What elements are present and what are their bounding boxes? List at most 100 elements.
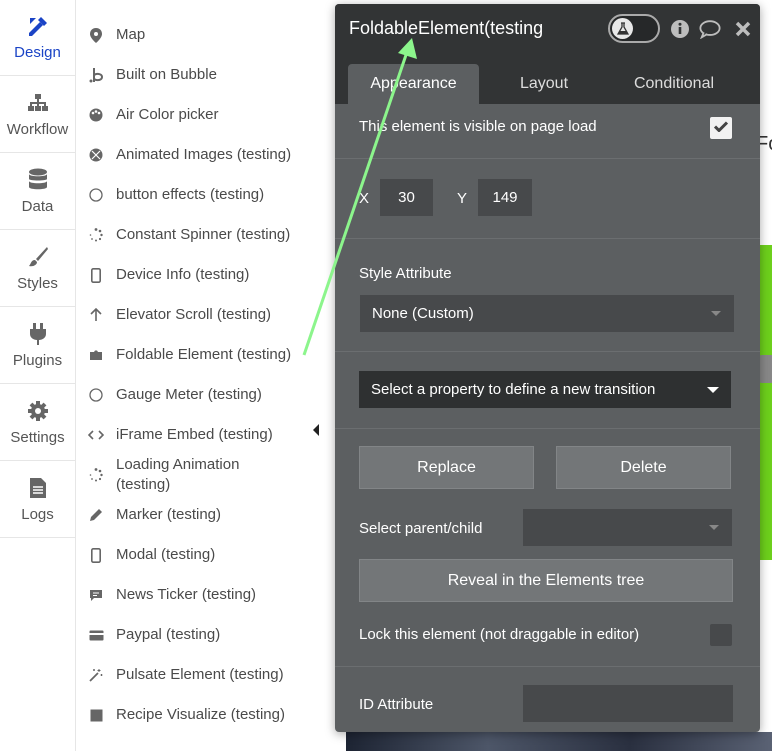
plug-icon: [26, 322, 50, 346]
transition-select-placeholder: Select a property to define a new transi…: [371, 381, 656, 398]
property-editor: FoldableElement(testing Appearance Layou…: [335, 4, 760, 732]
element-item-iframe-embed[interactable]: iFrame Embed (testing): [76, 425, 308, 445]
element-item-label: Built on Bubble: [116, 66, 217, 83]
database-icon: [26, 168, 50, 192]
close-icon[interactable]: [732, 18, 754, 40]
spinner-icon: [88, 467, 104, 483]
tab-workflow[interactable]: Workflow: [0, 77, 75, 153]
element-item-animated-images[interactable]: Animated Images (testing): [76, 145, 308, 165]
tab-plugins[interactable]: Plugins: [0, 308, 75, 384]
element-item-label: button effects (testing): [116, 186, 265, 203]
id-attribute-input[interactable]: [523, 685, 733, 722]
element-item-paypal[interactable]: Paypal (testing): [76, 625, 308, 645]
delete-button[interactable]: Delete: [556, 446, 731, 489]
chevron-down-icon: [707, 387, 719, 393]
x-position-input[interactable]: 30: [380, 179, 433, 216]
chevron-down-icon: [711, 311, 721, 316]
flask-icon: [612, 18, 633, 39]
element-item-label-continued: (testing): [116, 476, 171, 493]
tab-settings[interactable]: Settings: [0, 385, 75, 461]
element-item-air-color-picker[interactable]: Air Color picker: [76, 105, 308, 125]
divider: [335, 666, 760, 667]
checkmark-icon: [713, 119, 729, 137]
divider: [335, 238, 760, 239]
comment-icon[interactable]: [699, 18, 721, 40]
map-pin-icon: [88, 27, 104, 43]
tab-label: Styles: [17, 275, 58, 292]
transition-property-select[interactable]: Select a property to define a new transi…: [359, 371, 731, 408]
element-item-label: Foldable Element (testing): [116, 346, 292, 363]
arrow-up-icon: [88, 307, 104, 323]
design-icon: [26, 14, 50, 38]
collapse-panel-arrow-icon[interactable]: [313, 424, 319, 436]
element-item-label: Map: [116, 26, 146, 43]
element-item-button-effects[interactable]: button effects (testing): [76, 185, 308, 205]
element-item-loading-animation[interactable]: Loading Animation (testing): [76, 455, 308, 495]
tab-conditional[interactable]: Conditional: [609, 64, 739, 104]
visible-on-load-label: This element is visible on page load: [359, 118, 597, 135]
element-item-elevator-scroll[interactable]: Elevator Scroll (testing): [76, 305, 308, 325]
divider: [335, 158, 760, 159]
canvas-image[interactable]: [346, 732, 772, 751]
element-item-pulsate-element[interactable]: Pulsate Element (testing): [76, 665, 308, 685]
parent-child-select[interactable]: [523, 509, 732, 546]
tab-appearance[interactable]: Appearance: [348, 64, 479, 104]
info-icon[interactable]: [669, 18, 691, 40]
pencil-icon: [88, 507, 104, 523]
element-item-label: Modal (testing): [116, 546, 216, 563]
chat-icon: [88, 587, 104, 603]
tab-layout[interactable]: Layout: [479, 64, 609, 104]
tab-label: Data: [21, 198, 54, 215]
replace-button[interactable]: Replace: [359, 446, 534, 489]
element-item-device-info[interactable]: Device Info (testing): [76, 265, 308, 285]
element-item-foldable-element[interactable]: Foldable Element (testing): [76, 345, 308, 365]
tab-label: Logs: [21, 506, 54, 523]
circle-icon: [88, 387, 104, 403]
style-attribute-label: Style Attribute: [359, 265, 452, 282]
workflow-icon: [26, 91, 50, 115]
element-item-label: Constant Spinner (testing): [116, 226, 291, 243]
phone-icon: [88, 267, 104, 283]
element-item-label: Elevator Scroll (testing): [116, 306, 272, 323]
y-position-input[interactable]: 149: [478, 179, 532, 216]
palette-icon: [88, 107, 104, 123]
canvas-green-group[interactable]: [758, 245, 772, 560]
element-item-recipe-visualize[interactable]: Recipe Visualize (testing): [76, 705, 308, 725]
visible-on-load-checkbox[interactable]: [710, 117, 732, 139]
id-attribute-label: ID Attribute: [359, 696, 434, 713]
element-name-title[interactable]: FoldableElement(testing: [349, 18, 543, 39]
element-palette: Map Built on Bubble Air Color picker Ani…: [76, 0, 308, 751]
chevron-down-icon: [709, 525, 719, 530]
lock-element-checkbox[interactable]: [710, 624, 732, 646]
bubble-logo-icon: [88, 67, 104, 83]
reveal-in-tree-button[interactable]: Reveal in the Elements tree: [359, 559, 733, 602]
element-item-marker[interactable]: Marker (testing): [76, 505, 308, 525]
main-tab-rail: Design Workflow Data Styles Plugins Sett…: [0, 0, 76, 751]
element-item-label: Air Color picker: [116, 106, 219, 123]
element-item-modal[interactable]: Modal (testing): [76, 545, 308, 565]
element-item-gauge-meter[interactable]: Gauge Meter (testing): [76, 385, 308, 405]
tab-label: Design: [14, 44, 61, 61]
tab-design[interactable]: Design: [0, 0, 75, 76]
element-item-label: Device Info (testing): [116, 266, 250, 283]
element-item-label: Marker (testing): [116, 506, 222, 523]
tab-logs[interactable]: Logs: [0, 462, 75, 538]
canvas-help-badge[interactable]: [758, 355, 772, 383]
tab-data[interactable]: Data: [0, 154, 75, 230]
code-icon: [88, 427, 104, 443]
debug-toggle[interactable]: [608, 14, 660, 43]
element-item-built-on-bubble[interactable]: Built on Bubble: [76, 65, 308, 85]
element-item-label: Gauge Meter (testing): [116, 386, 262, 403]
spinner-icon: [88, 227, 104, 243]
element-item-news-ticker[interactable]: News Ticker (testing): [76, 585, 308, 605]
element-item-map[interactable]: Map: [76, 25, 308, 45]
style-select[interactable]: None (Custom): [360, 295, 734, 332]
tab-styles[interactable]: Styles: [0, 231, 75, 307]
gear-icon: [26, 399, 50, 423]
folder-icon: [88, 347, 104, 363]
element-item-label: Pulsate Element (testing): [116, 666, 284, 683]
lock-element-label: Lock this element (not draggable in edit…: [359, 626, 640, 643]
brush-icon: [26, 245, 50, 269]
element-item-constant-spinner[interactable]: Constant Spinner (testing): [76, 225, 308, 245]
element-item-label: News Ticker (testing): [116, 586, 257, 603]
